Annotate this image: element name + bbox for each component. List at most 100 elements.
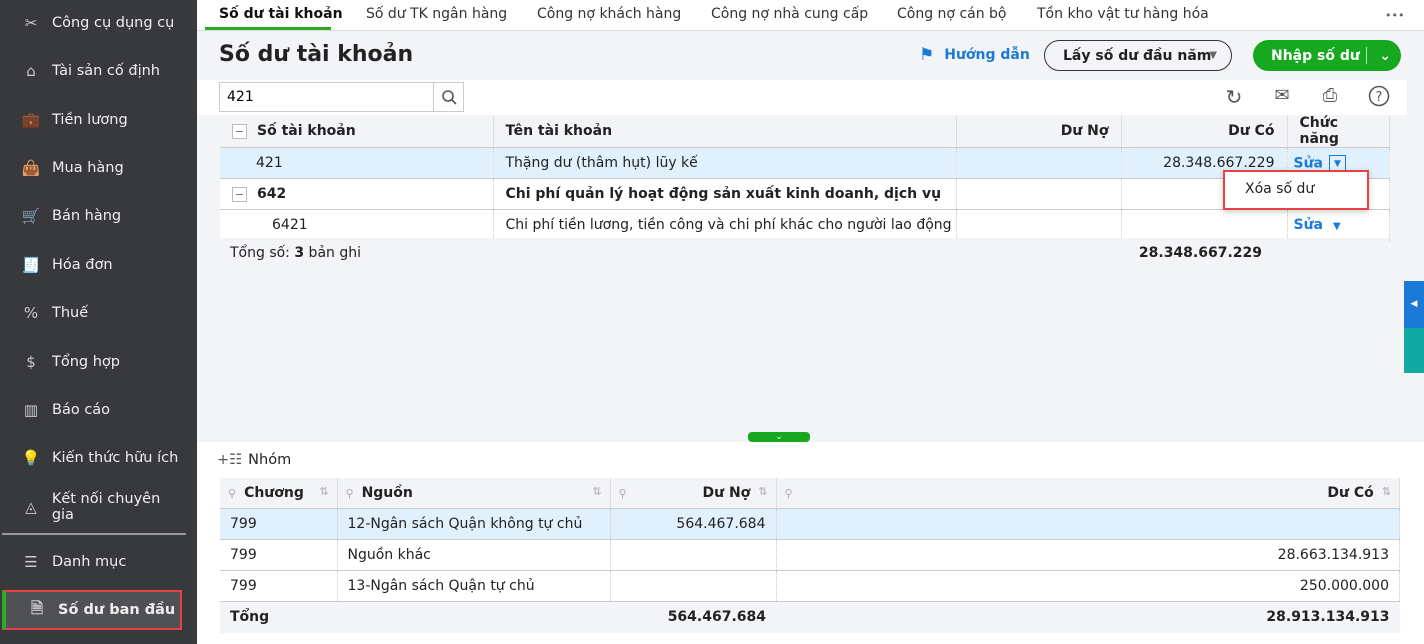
table-row[interactable]: 799 13-Ngân sách Quận tự chủ 250.000.000 — [220, 570, 1400, 602]
tab-bank-balance[interactable]: Số dư TK ngân hàng — [366, 6, 507, 22]
caret-down-icon[interactable]: ▼ — [1329, 154, 1346, 172]
sidebar-item-5[interactable]: 🧾 Hóa đơn — [0, 245, 186, 285]
sidebar-item-3[interactable]: 👜 Mua hàng — [0, 148, 186, 188]
help-icon[interactable]: ? — [1366, 85, 1392, 109]
group-label: Nhóm — [248, 452, 292, 468]
page-title: Số dư tài khoản — [219, 42, 414, 67]
col-chapter[interactable]: ⚲ Chương ⇅ — [220, 478, 338, 509]
col-source[interactable]: ⚲ Nguồn ⇅ — [337, 478, 611, 509]
tab-customer-debt[interactable]: Công nợ khách hàng — [537, 6, 681, 22]
caret-down-icon: ▼ — [1209, 50, 1217, 61]
sidebar-item-4[interactable]: 🛒 Bán hàng — [0, 196, 186, 236]
sidebar-item-label: Kết nối chuyên gia — [51, 491, 161, 523]
expert-icon: ◬ — [25, 498, 37, 516]
splitter[interactable]: ⌄ — [197, 430, 1424, 442]
tax-icon: % — [23, 304, 39, 322]
col-debit[interactable]: Dư Nợ — [956, 115, 1122, 148]
sidebar-item-label: Báo cáo — [52, 402, 111, 418]
total-row: Tổng 564.467.684 28.913.134.913 — [220, 601, 1400, 633]
sidebar-item-label: Tiền lương — [52, 112, 128, 128]
sidebar-item-label: Công cụ dụng cụ — [52, 15, 175, 31]
email-send-icon[interactable]: ✉ — [1269, 85, 1295, 109]
table-row[interactable]: 6421 Chi phí tiền lương, tiền công và ch… — [220, 209, 1390, 241]
print-icon[interactable]: ⎙ — [1317, 85, 1343, 109]
sidebar-item-label: Kiến thức hữu ích — [52, 450, 179, 466]
detail-panel: +☷ Nhóm ⚲ Chương ⇅ ⚲ Nguồn ⇅ ⚲ ⇅ Dư Nợ ⚲ ⇅ Dư Có … — [197, 442, 1424, 644]
group-button[interactable]: +☷ Nhóm — [217, 452, 291, 468]
table-header: ⚲ Chương ⇅ ⚲ Nguồn ⇅ ⚲ ⇅ Dư Nợ ⚲ ⇅ Dư Có — [220, 478, 1400, 509]
table-row[interactable]: 799 Nguồn khác 28.663.134.913 — [220, 539, 1400, 571]
account-name: Thặng dư (thâm hụt) lũy kế — [493, 147, 957, 179]
search-icon[interactable] — [433, 83, 463, 111]
asset-icon: ⌂ — [26, 62, 36, 80]
col-account-name[interactable]: Tên tài khoản — [493, 115, 957, 148]
knowledge-icon: 💡 — [21, 449, 41, 467]
guide-button[interactable]: ⚑ Hướng dẫn — [919, 45, 1030, 65]
account-no: 6421 — [220, 209, 494, 241]
sidebar-item-1[interactable]: ⌂ Tài sản cố định — [0, 51, 186, 91]
edit-link[interactable]: Sửa — [1294, 155, 1324, 171]
table-footer: Tổng số: 3 bản ghi 28.348.667.229 — [220, 238, 1389, 268]
sidebar-item-0[interactable]: ✂ Công cụ dụng cụ — [0, 3, 186, 43]
refresh-icon[interactable]: ↻ — [1221, 85, 1247, 109]
sidebar-item-7[interactable]: $ Tổng hợp — [0, 342, 186, 382]
side-panel-toggle[interactable]: ◀ — [1404, 281, 1424, 328]
sidebar-item-label: Danh mục — [52, 554, 127, 570]
tab-account-balance[interactable]: Số dư tài khoản — [219, 6, 343, 22]
sort-icon: ⇅ — [1381, 484, 1391, 498]
cart-icon: 🛒 — [21, 207, 41, 225]
debit — [956, 209, 1122, 241]
sort-icon: ⇅ — [319, 484, 329, 498]
delete-balance-menu-item[interactable]: Xóa số dư — [1245, 181, 1314, 197]
credit — [1121, 209, 1288, 241]
sidebar-item-10[interactable]: ◬ Kết nối chuyên gia — [0, 487, 186, 527]
total-credit: 28.348.667.229 — [1138, 245, 1262, 261]
get-opening-balance-dropdown[interactable]: Lấy số dư đầu năm ▼ — [1044, 40, 1232, 71]
sidebar-item-2[interactable]: 💼 Tiền lương — [0, 100, 186, 140]
account-no: 642 — [220, 178, 494, 210]
more-icon[interactable]: ••• — [1385, 9, 1404, 22]
sort-icon: ⇅ — [592, 484, 602, 498]
search-input[interactable] — [220, 83, 430, 111]
sidebar-item-label: Hóa đơn — [52, 257, 113, 273]
chevron-down-icon[interactable]: ⌄ — [1379, 48, 1391, 64]
detail-table: ⚲ Chương ⇅ ⚲ Nguồn ⇅ ⚲ ⇅ Dư Nợ ⚲ ⇅ Dư Có 799 12-N… — [220, 478, 1400, 633]
pin-icon: ⚲ — [784, 486, 793, 500]
collapse-panel-button[interactable]: ⌄ — [748, 432, 810, 442]
tab-staff-debt[interactable]: Công nợ cán bộ — [897, 6, 1007, 22]
row-action-menu: Xóa số dư — [1223, 170, 1369, 210]
col-debit[interactable]: ⚲ ⇅ Dư Nợ — [610, 478, 777, 509]
actions-cell: Sửa ▼ — [1287, 209, 1390, 241]
sidebar-item-11[interactable]: ☰ Danh mục — [0, 542, 186, 582]
collapse-all-checkbox[interactable] — [232, 123, 247, 139]
pin-icon: ⚲ — [618, 486, 627, 500]
caret-down-icon[interactable]: ▼ — [1333, 221, 1341, 232]
sidebar-item-label: Thuế — [52, 305, 89, 321]
table-row[interactable]: 799 12-Ngân sách Quận không tự chủ 564.467… — [220, 508, 1400, 540]
list-icon: ☰ — [24, 553, 38, 571]
account-name: Chi phí tiền lương, tiền công và chi phí… — [493, 209, 957, 241]
tab-inventory[interactable]: Tồn kho vật tư hàng hóa — [1037, 6, 1209, 22]
sidebar-item-9[interactable]: 💡 Kiến thức hữu ích — [0, 438, 186, 478]
summary-icon: $ — [26, 353, 36, 371]
guide-label: Hướng dẫn — [944, 47, 1030, 63]
col-credit[interactable]: Dư Có — [1121, 115, 1288, 148]
col-account-no[interactable]: Số tài khoản — [220, 115, 494, 148]
sidebar-item-12[interactable]: 🗎 Số dư ban đầu — [2, 590, 182, 630]
divider — [1366, 47, 1367, 64]
bag-icon: 👜 — [21, 159, 41, 177]
table-row-group[interactable]: 642 Chi phí quản lý hoạt động sản xuất k… — [220, 178, 1390, 210]
report-icon: ▥ — [23, 401, 39, 419]
enter-balance-button[interactable]: Nhập số dư ⌄ — [1253, 40, 1401, 71]
collapse-toggle[interactable] — [232, 186, 247, 202]
record-count: Tổng số: 3 bản ghi — [230, 245, 361, 261]
col-credit[interactable]: ⚲ ⇅ Dư Có — [776, 478, 1400, 509]
table-row[interactable]: 421 Thặng dư (thâm hụt) lũy kế 28.348.66… — [220, 147, 1390, 179]
edit-link[interactable]: Sửa — [1294, 217, 1324, 233]
sidebar-item-6[interactable]: % Thuế — [0, 293, 186, 333]
enter-balance-label: Nhập số dư — [1271, 47, 1360, 64]
tab-supplier-debt[interactable]: Công nợ nhà cung cấp — [711, 6, 868, 22]
search-box — [219, 82, 464, 112]
side-panel-tab[interactable] — [1404, 328, 1424, 373]
sidebar-item-8[interactable]: ▥ Báo cáo — [0, 390, 186, 430]
